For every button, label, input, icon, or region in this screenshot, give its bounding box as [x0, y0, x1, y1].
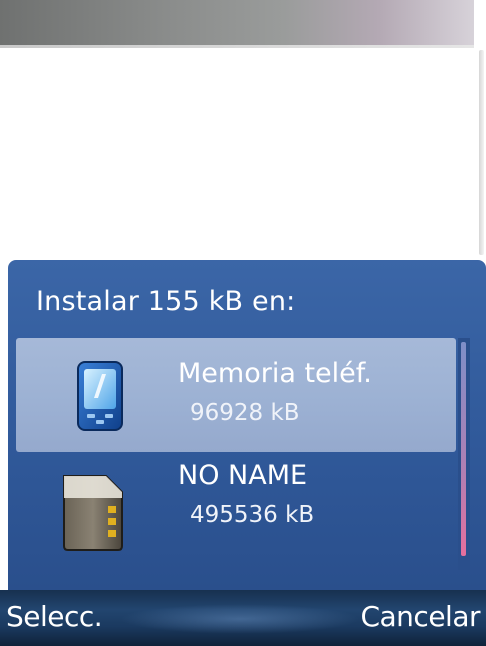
page-scrollbar-thumb[interactable]	[479, 50, 484, 255]
dialog-scrollbar-thumb[interactable]	[461, 342, 466, 556]
item-name: Memoria teléf.	[178, 358, 372, 389]
memory-list: Memoria teléf. 96928 kB NO NAME 495536 k…	[16, 338, 456, 578]
cancel-softkey[interactable]: Cancelar	[360, 600, 480, 633]
phone-screen: Instalar 155 kB en: Memoria teléf. 96928…	[0, 0, 486, 646]
background-content-area	[0, 48, 474, 260]
list-item-memory-card[interactable]: NO NAME 495536 kB	[16, 456, 456, 570]
phone-memory-icon	[72, 358, 128, 434]
status-strip	[0, 0, 474, 45]
select-softkey[interactable]: Selecc.	[6, 600, 103, 633]
dialog-title: Instalar 155 kB en:	[36, 286, 296, 317]
install-location-dialog: Instalar 155 kB en: Memoria teléf. 96928…	[8, 260, 486, 590]
item-size: 495536 kB	[190, 502, 315, 528]
list-item-phone-memory[interactable]: Memoria teléf. 96928 kB	[16, 338, 456, 452]
item-size: 96928 kB	[190, 400, 300, 426]
item-name: NO NAME	[178, 460, 308, 491]
softkey-bar: Selecc. Cancelar	[0, 590, 486, 646]
memory-card-icon	[56, 472, 128, 552]
softkey-bar-glow	[120, 604, 360, 634]
